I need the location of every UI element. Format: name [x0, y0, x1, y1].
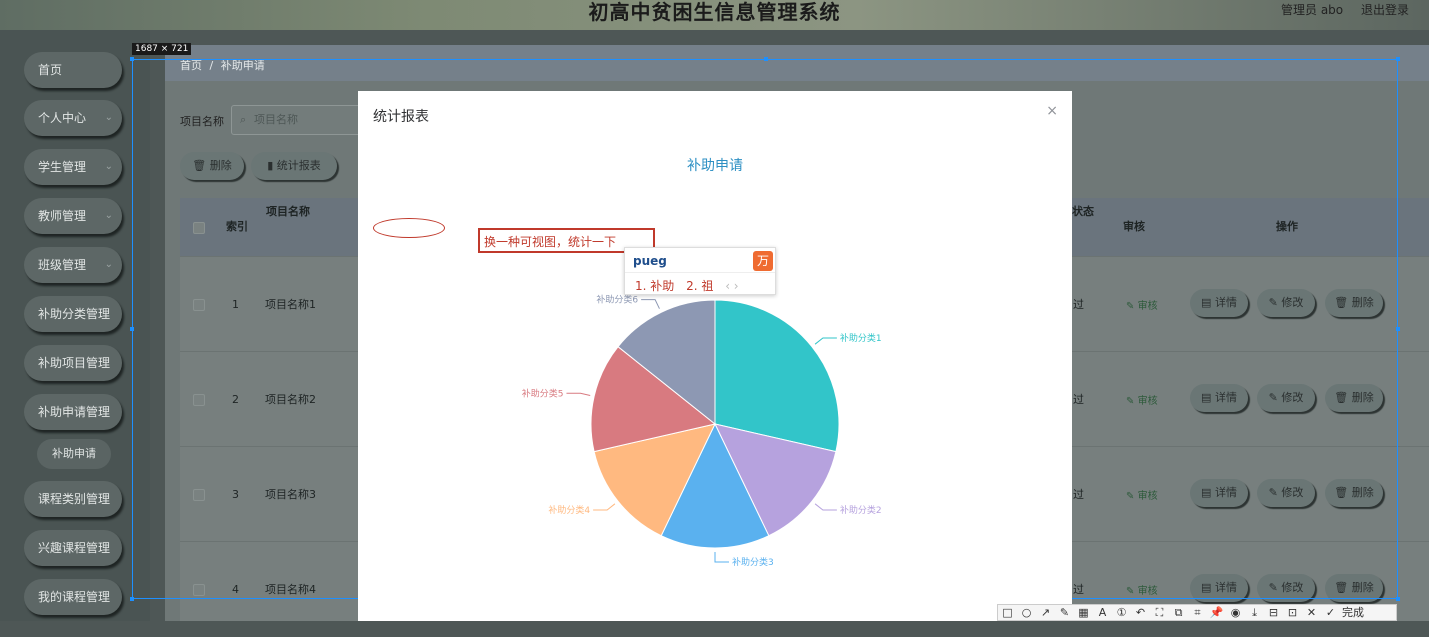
ime-composition: pueg — [633, 254, 667, 268]
pie-label-line — [814, 503, 837, 511]
pie-slice-label: 补助分类5 — [522, 387, 564, 399]
sidebar-item-label: 课程类别管理 — [38, 492, 111, 506]
pie-label-line — [814, 337, 837, 345]
toolbar-tool-icon[interactable]: ↶ — [1131, 605, 1150, 620]
pie-slice-label: 补助分类2 — [840, 504, 882, 516]
toolbar-done-button[interactable]: 完成 — [1340, 605, 1364, 620]
sidebar-item-label: 教师管理 — [38, 209, 87, 223]
app-header: 初高中贫困生信息管理系统 管理员 abo 退出登录 — [0, 0, 1429, 30]
sidebar-item[interactable]: 补助申请管理 — [24, 394, 122, 430]
toolbar-tool-icon[interactable]: ⊟ — [1264, 605, 1283, 620]
toolbar-tool-icon[interactable]: ⤓ — [1245, 605, 1264, 620]
toolbar-tool-icon[interactable]: ⊡ — [1283, 605, 1302, 620]
toolbar-tool-icon[interactable]: ○ — [1017, 605, 1036, 620]
chevron-down-icon: ⌄ — [104, 112, 113, 123]
toolbar-tool-icon[interactable]: ✕ — [1302, 605, 1321, 620]
toolbar-tool-icon[interactable]: ⛶ — [1150, 605, 1169, 620]
toolbar-tool-icon[interactable]: A — [1093, 605, 1112, 620]
sidebar-item-label: 补助申请管理 — [38, 405, 111, 419]
sidebar-item[interactable]: 补助分类管理 — [24, 296, 122, 332]
ime-candidate-2[interactable]: 2. 祖 — [686, 279, 713, 293]
toolbar-tool-icon[interactable]: ① — [1112, 605, 1131, 620]
current-user: 管理员 abo — [1281, 3, 1344, 17]
sidebar-item-label: 首页 — [38, 63, 63, 77]
selection-handle[interactable] — [1396, 597, 1400, 601]
sidebar: 首页个人中心 ⌄ 学生管理 ⌄ 教师管理 ⌄ 班级管理 ⌄ 补助分类管理 补助项目管理 补助申请管理… — [0, 30, 150, 621]
pie-slice-label: 补助分类6 — [596, 294, 638, 306]
stats-report-dialog: 统计报表 × 补助申请 补助分类1 补助分类2 补助分类3 补助分类4 补助分类5 补助分… — [358, 91, 1072, 621]
app-title: 初高中贫困生信息管理系统 — [588, 0, 841, 24]
ime-candidate-1[interactable]: 1. 补助 — [635, 279, 674, 293]
pie-label-line — [566, 392, 591, 397]
toolbar-tool-icon[interactable]: ▦ — [1074, 605, 1093, 620]
selection-handle[interactable] — [1396, 327, 1400, 331]
toolbar-tool-icon[interactable]: ✎ — [1055, 605, 1074, 620]
ime-candidate-window: pueg 万 1. 补助 2. 祖 ‹ › — [624, 247, 776, 295]
sidebar-item[interactable]: 教师管理 ⌄ — [24, 198, 122, 234]
sidebar-item-label: 班级管理 — [38, 258, 87, 272]
sidebar-item-label: 学生管理 — [38, 160, 87, 174]
sidebar-item[interactable]: 个人中心 ⌄ — [24, 100, 122, 136]
pie-slice-label: 补助分类3 — [732, 556, 774, 568]
selection-handle[interactable] — [130, 327, 134, 331]
selection-handle[interactable] — [764, 57, 768, 61]
pie-slice-label: 补助分类1 — [840, 332, 882, 344]
sidebar-item[interactable]: 我的课程管理 — [24, 579, 122, 615]
toolbar-tool-icon[interactable]: ⌗ — [1188, 605, 1207, 620]
ime-logo-icon[interactable]: 万 — [753, 251, 773, 271]
toolbar-tool-icon[interactable]: ⧉ — [1169, 605, 1188, 620]
toolbar-tool-icon[interactable]: □ — [998, 605, 1017, 620]
logout-link[interactable]: 退出登录 — [1361, 3, 1409, 17]
sidebar-item-label: 兴趣课程管理 — [38, 541, 111, 555]
toolbar-tool-icon[interactable]: ↗ — [1036, 605, 1055, 620]
sidebar-item-label: 我的课程管理 — [38, 590, 111, 604]
sidebar-item[interactable]: 课程类别管理 — [24, 481, 122, 517]
toolbar-tool-icon[interactable]: ✓ — [1321, 605, 1340, 620]
selection-handle[interactable] — [1396, 57, 1400, 61]
chevron-down-icon: ⌄ — [104, 210, 113, 221]
sidebar-item[interactable]: 学生管理 ⌄ — [24, 149, 122, 185]
sidebar-item-label: 个人中心 — [38, 111, 87, 125]
sidebar-item[interactable]: 补助项目管理 — [24, 345, 122, 381]
toolbar-tool-icon[interactable]: ◉ — [1226, 605, 1245, 620]
sidebar-item[interactable]: 首页 — [24, 52, 122, 88]
pie-chart: 补助分类1 补助分类2 补助分类3 补助分类4 补助分类5 补助分类6 — [522, 294, 882, 568]
sidebar-item[interactable]: 班级管理 ⌄ — [24, 247, 122, 283]
toolbar-tool-icon[interactable]: 📌 — [1207, 605, 1226, 620]
sidebar-item[interactable]: 兴趣课程管理 — [24, 530, 122, 566]
sidebar-subitem[interactable]: 补助申请 — [37, 439, 111, 469]
sidebar-item-label: 补助分类管理 — [38, 307, 111, 321]
ime-page-nav[interactable]: ‹ › — [725, 279, 738, 293]
selection-handle[interactable] — [130, 597, 134, 601]
chevron-down-icon: ⌄ — [104, 161, 113, 172]
pie-label-line — [714, 552, 729, 563]
capture-toolbar: □ ○ ↗ ✎ ▦ A ① ↶ ⛶ ⧉ ⌗ 📌 ◉ ⤓ ⊟ ⊡ ✕ ✓ 完成 — [997, 604, 1397, 621]
header-user-area: 管理员 abo 退出登录 — [1267, 1, 1409, 18]
selection-handle[interactable] — [130, 57, 134, 61]
chevron-down-icon: ⌄ — [104, 259, 113, 270]
sidebar-item-label: 补助项目管理 — [38, 356, 111, 370]
annotation-ellipse[interactable] — [373, 218, 445, 238]
pie-label-line — [593, 503, 616, 511]
pie-label-line — [641, 299, 660, 309]
pie-slice-label: 补助分类4 — [548, 504, 590, 516]
capture-size-label: 1687 × 721 — [132, 43, 192, 55]
